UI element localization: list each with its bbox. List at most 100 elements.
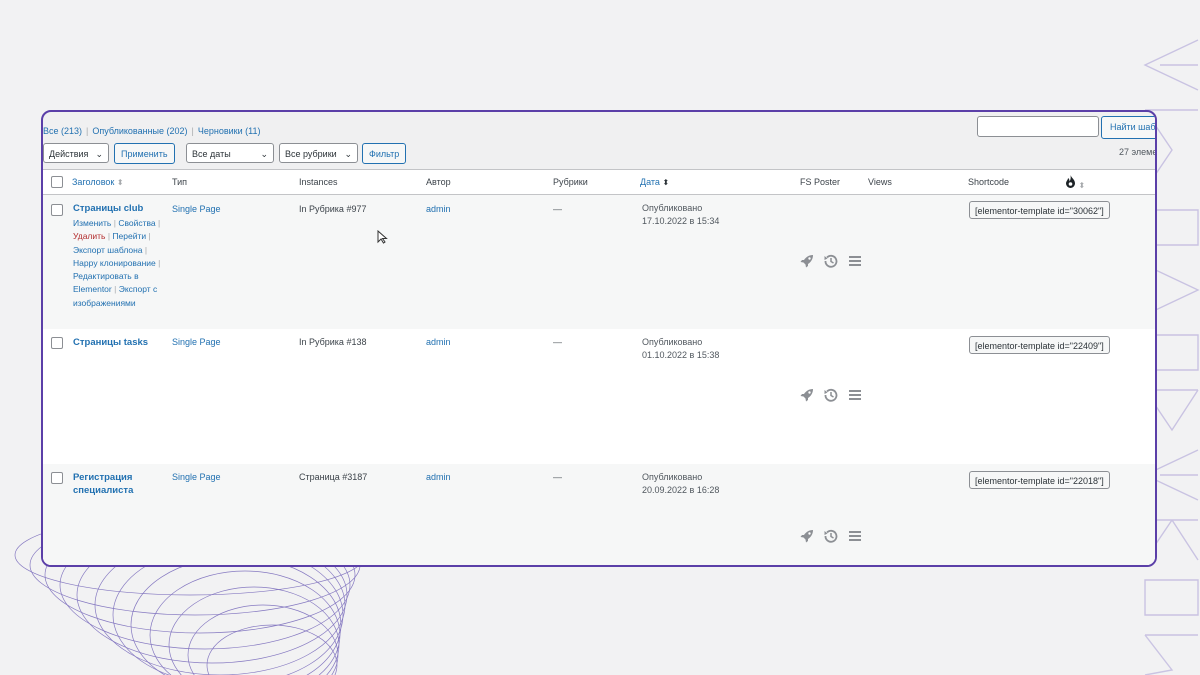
column-title-label: Заголовок: [72, 177, 115, 187]
admin-panel-frame: Все (213) | Опубликованные (202) | Черновики…: [41, 110, 1157, 567]
table-row: Страницы club Изменить | Свойства | Удал…: [43, 195, 1155, 329]
fs-poster-actions: [800, 529, 862, 543]
separator: |: [114, 284, 117, 295]
row-instances: In Рубрика #138: [299, 337, 367, 347]
column-flame[interactable]: ⬍: [1065, 175, 1085, 190]
chevron-down-icon: ⌄: [344, 149, 352, 159]
row-date: Опубликовано 17.10.2022 в 15:34: [642, 202, 719, 228]
view-published-link[interactable]: Опубликованные (202): [92, 126, 187, 136]
column-fs-poster: FS Poster: [800, 177, 841, 187]
row-author-link[interactable]: admin: [426, 337, 451, 347]
rocket-icon[interactable]: [800, 388, 814, 402]
shortcode-field[interactable]: [elementor-template id="30062"]: [969, 201, 1110, 219]
separator: |: [158, 257, 161, 268]
status-filter-links: Все (213) | Опубликованные (202) | Черновики…: [43, 126, 261, 136]
separator: |: [158, 218, 161, 228]
column-views: Views: [868, 177, 892, 187]
table-row: Регистрация специалиста Single Page Стра…: [43, 464, 1155, 565]
row-status: Опубликовано: [642, 337, 703, 347]
row-status: Опубликовано: [642, 203, 703, 213]
apply-button[interactable]: Применить: [114, 143, 175, 164]
row-datetime: 20.09.2022 в 16:28: [642, 485, 720, 495]
column-instances: Instances: [299, 177, 338, 187]
view-drafts-link[interactable]: Черновики (11): [198, 126, 261, 136]
rocket-icon[interactable]: [800, 254, 814, 268]
row-instances: Страница #3187: [299, 472, 368, 482]
row-datetime: 01.10.2022 в 15:38: [642, 350, 720, 360]
row-categories: —: [553, 472, 562, 482]
flame-icon: [1066, 175, 1075, 188]
row-checkbox[interactable]: [51, 337, 63, 349]
menu-icon[interactable]: [848, 529, 862, 543]
history-icon[interactable]: [824, 254, 838, 268]
categories-select[interactable]: Все рубрики ⌄: [279, 143, 358, 163]
edit-link[interactable]: Изменить: [73, 218, 111, 228]
sort-icon: ⬍: [116, 178, 124, 187]
row-type-link[interactable]: Single Page: [172, 204, 221, 214]
fs-poster-actions: [800, 388, 862, 402]
row-title-link[interactable]: Страницы tasks: [73, 336, 163, 349]
view-all-link[interactable]: Все (213): [43, 126, 82, 136]
row-type-link[interactable]: Single Page: [172, 337, 221, 347]
column-title[interactable]: Заголовок ⬍: [72, 177, 124, 187]
export-template-link[interactable]: Экспорт шаблона: [73, 245, 143, 255]
table-row: Страницы tasks Single Page In Рубрика #1…: [43, 329, 1155, 464]
row-author-link[interactable]: admin: [426, 204, 451, 214]
history-icon[interactable]: [824, 529, 838, 543]
row-status: Опубликовано: [642, 472, 703, 482]
separator: |: [191, 126, 194, 136]
chevron-down-icon: ⌄: [95, 149, 103, 159]
column-author: Автор: [426, 177, 451, 187]
row-type-link[interactable]: Single Page: [172, 472, 221, 482]
row-author-link[interactable]: admin: [426, 472, 451, 482]
row-checkbox[interactable]: [51, 204, 63, 216]
search-button[interactable]: Найти шабл: [1101, 116, 1155, 139]
column-categories: Рубрики: [553, 177, 588, 187]
items-count: 27 элеме: [1119, 147, 1157, 157]
happy-clone-link[interactable]: Happy клонирование: [73, 258, 156, 268]
sort-icon: ⬍: [1078, 181, 1086, 190]
column-shortcode: Shortcode: [968, 177, 1010, 187]
shortcode-field[interactable]: [elementor-template id="22409"]: [969, 336, 1110, 354]
dates-label: Все даты: [192, 149, 231, 159]
history-icon[interactable]: [824, 388, 838, 402]
row-categories: —: [553, 337, 562, 347]
row-categories: —: [553, 204, 562, 214]
chevron-down-icon: ⌄: [260, 149, 268, 159]
row-datetime: 17.10.2022 в 15:34: [642, 216, 720, 226]
search-input[interactable]: [977, 116, 1099, 137]
separator: |: [148, 231, 151, 242]
select-all-checkbox[interactable]: [51, 176, 63, 188]
row-checkbox[interactable]: [51, 472, 63, 484]
separator: |: [113, 218, 116, 228]
row-title-link[interactable]: Страницы club: [73, 202, 163, 215]
properties-link[interactable]: Свойства: [118, 218, 155, 228]
row-date: Опубликовано 01.10.2022 в 15:38: [642, 336, 719, 362]
menu-icon[interactable]: [848, 254, 862, 268]
column-date[interactable]: Дата ⬍: [640, 177, 669, 187]
separator: |: [86, 126, 89, 136]
mouse-cursor-icon: [377, 230, 388, 244]
row-date: Опубликовано 20.09.2022 в 16:28: [642, 471, 719, 497]
templates-table: Заголовок ⬍ Тип Instances Автор Рубрики …: [43, 169, 1155, 565]
row-instances: In Рубрика #977: [299, 204, 367, 214]
menu-icon[interactable]: [848, 388, 862, 402]
shortcode-field[interactable]: [elementor-template id="22018"]: [969, 471, 1110, 489]
column-type: Тип: [172, 177, 188, 187]
rocket-icon[interactable]: [800, 529, 814, 543]
column-date-label: Дата: [640, 177, 660, 187]
filter-button[interactable]: Фильтр: [362, 143, 407, 164]
separator: |: [107, 231, 111, 242]
row-actions: Изменить | Свойства | Удалить | Перейти …: [73, 217, 163, 310]
view-link[interactable]: Перейти: [112, 231, 146, 241]
bulk-actions-label: Действия: [49, 149, 89, 159]
fs-poster-actions: [800, 254, 862, 268]
dates-select[interactable]: Все даты ⌄: [186, 143, 274, 163]
separator: |: [144, 244, 148, 255]
row-title-link[interactable]: Регистрация специалиста: [73, 471, 163, 497]
table-header: Заголовок ⬍ Тип Instances Автор Рубрики …: [43, 170, 1155, 195]
categories-label: Все рубрики: [285, 149, 337, 159]
delete-link[interactable]: Удалить: [73, 231, 105, 241]
bulk-actions-select[interactable]: Действия ⌄: [43, 143, 109, 163]
sort-icon: ⬍: [662, 178, 670, 187]
